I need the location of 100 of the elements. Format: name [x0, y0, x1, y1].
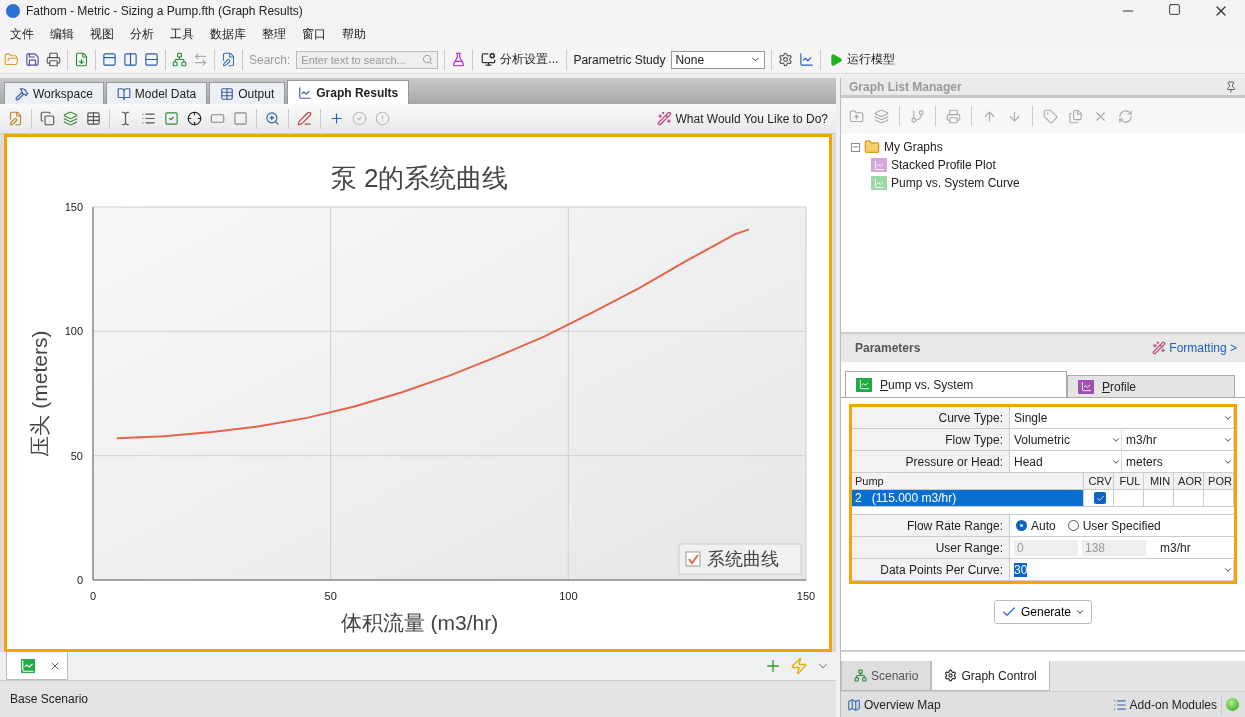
- single-pane-icon[interactable]: [102, 52, 117, 67]
- legend-icon[interactable]: [141, 111, 156, 126]
- square-icon[interactable]: [233, 111, 248, 126]
- x-tick-label: 50: [324, 590, 337, 602]
- pin-icon[interactable]: [1225, 80, 1237, 93]
- wand-icon: [1152, 341, 1167, 355]
- help-link[interactable]: What Would You Like to Do?: [657, 111, 828, 126]
- x-tick-label: 0: [89, 590, 97, 602]
- main-tab[interactable]: Model Data: [105, 82, 208, 104]
- pen-icon[interactable]: [297, 111, 312, 126]
- split-horizontal-icon[interactable]: [144, 52, 159, 67]
- menu-item[interactable]: 文件: [2, 25, 42, 43]
- menu-item[interactable]: 数据库: [202, 25, 254, 43]
- arrow-down-icon[interactable]: [1007, 108, 1022, 124]
- table-icon: [220, 86, 235, 101]
- field-label: Flow Type:: [852, 429, 1010, 450]
- run-model-button[interactable]: 运行模型: [827, 49, 898, 70]
- tree-item[interactable]: Stacked Profile Plot: [891, 158, 996, 172]
- column-header: CRV: [1084, 473, 1114, 489]
- save-icon[interactable]: [25, 52, 40, 67]
- graph-tab[interactable]: [6, 652, 68, 680]
- column-header: AOR: [1174, 473, 1204, 489]
- chart-icon[interactable]: [799, 52, 815, 67]
- refresh-icon[interactable]: [1118, 108, 1133, 124]
- layers-icon[interactable]: [63, 111, 78, 126]
- main-tab[interactable]: Output: [209, 82, 286, 104]
- main-tab[interactable]: Graph Results: [287, 80, 410, 104]
- tree-item[interactable]: Pump vs. System Curve: [891, 176, 1020, 190]
- layers-icon[interactable]: [874, 108, 889, 124]
- network-icon[interactable]: [172, 52, 187, 67]
- lightning-icon[interactable]: [790, 657, 808, 675]
- legend-checkbox[interactable]: [685, 551, 701, 567]
- overview-map-button[interactable]: Overview Map: [847, 697, 941, 712]
- panel-tab[interactable]: Graph Control: [931, 661, 1050, 691]
- edit-icon[interactable]: [8, 111, 23, 126]
- dropdown[interactable]: meters: [1122, 451, 1234, 472]
- menu-item[interactable]: 工具: [162, 25, 202, 43]
- copy-icon[interactable]: [1068, 108, 1083, 124]
- menu-item[interactable]: 窗口: [294, 25, 334, 43]
- app-logo-icon: [6, 4, 20, 18]
- settings-icon[interactable]: [778, 52, 794, 67]
- menu-item[interactable]: 编辑: [42, 25, 82, 43]
- branch-icon[interactable]: [910, 108, 925, 124]
- maximize-icon[interactable]: [1168, 3, 1181, 16]
- formatting-link[interactable]: Formatting >: [1152, 341, 1237, 355]
- dropdown[interactable]: 30: [1010, 559, 1234, 580]
- edit-icon[interactable]: [221, 52, 236, 67]
- column-header: MIN: [1144, 473, 1174, 489]
- add-icon[interactable]: [329, 111, 344, 126]
- export-icon[interactable]: [74, 52, 89, 67]
- x-tick-label: 100: [559, 590, 578, 602]
- main-tab[interactable]: Workspace: [4, 82, 104, 104]
- radio-option[interactable]: Auto: [1016, 518, 1056, 533]
- flask-icon[interactable]: [451, 52, 467, 67]
- crosshair-icon[interactable]: [187, 111, 202, 126]
- expander-icon[interactable]: [851, 142, 860, 152]
- generate-button[interactable]: Generate: [993, 600, 1092, 624]
- checkbox[interactable]: [1094, 492, 1106, 504]
- radio-option[interactable]: User Specified: [1067, 518, 1161, 533]
- parametric-study-dropdown[interactable]: None: [671, 50, 766, 69]
- analysis-setup-button[interactable]: 分析设置...: [479, 49, 561, 70]
- parameter-tab[interactable]: Profile: [1067, 375, 1235, 397]
- folder-open-icon[interactable]: [4, 52, 19, 67]
- split-vertical-icon[interactable]: [123, 52, 138, 67]
- dropdown[interactable]: m3/hr: [1122, 429, 1234, 450]
- list-icon: [1112, 697, 1127, 712]
- check-icon[interactable]: [352, 111, 367, 126]
- y-tick-label: 50: [70, 449, 83, 462]
- add-on-modules-button[interactable]: Add-on Modules: [1112, 697, 1217, 712]
- menu-item[interactable]: 帮助: [334, 25, 374, 43]
- chart-icon: [21, 658, 35, 673]
- parameters-title: Parameters: [855, 341, 921, 355]
- parameter-tab[interactable]: Pump vs. System: [845, 371, 1067, 397]
- arrows-icon[interactable]: [193, 52, 208, 67]
- menu-item[interactable]: 视图: [82, 25, 122, 43]
- printer-icon[interactable]: [46, 52, 61, 67]
- tree-item[interactable]: My Graphs: [884, 140, 943, 154]
- wand-icon: [657, 111, 673, 126]
- tag-icon[interactable]: [1043, 108, 1058, 124]
- monitor-icon: [481, 52, 497, 67]
- add-icon[interactable]: [764, 657, 782, 675]
- x-axis-label: 体积流量 (m3/hr): [340, 611, 499, 634]
- dropdown[interactable]: Head: [1010, 451, 1122, 472]
- menu-item[interactable]: 整理: [254, 25, 294, 43]
- column-header: POR: [1204, 473, 1234, 489]
- status-text: Base Scenario: [10, 692, 89, 706]
- book-icon: [116, 86, 131, 101]
- chart-title: 泵 2的系统曲线: [330, 163, 509, 193]
- checkbox-icon[interactable]: [164, 111, 179, 126]
- search-icon: [422, 54, 434, 65]
- rectangle-icon[interactable]: [210, 111, 225, 126]
- dropdown[interactable]: Volumetric: [1010, 429, 1122, 450]
- table-icon[interactable]: [86, 111, 101, 126]
- zoom-icon[interactable]: [265, 111, 280, 126]
- folder-up-icon[interactable]: [849, 108, 864, 124]
- panel-tab[interactable]: Scenario: [841, 661, 932, 691]
- menu-item[interactable]: 分析: [122, 25, 162, 43]
- table-row[interactable]: 2 (115.000 m3/hr): [852, 490, 1084, 506]
- copy-icon[interactable]: [40, 111, 55, 126]
- dropdown[interactable]: Single: [1010, 407, 1234, 428]
